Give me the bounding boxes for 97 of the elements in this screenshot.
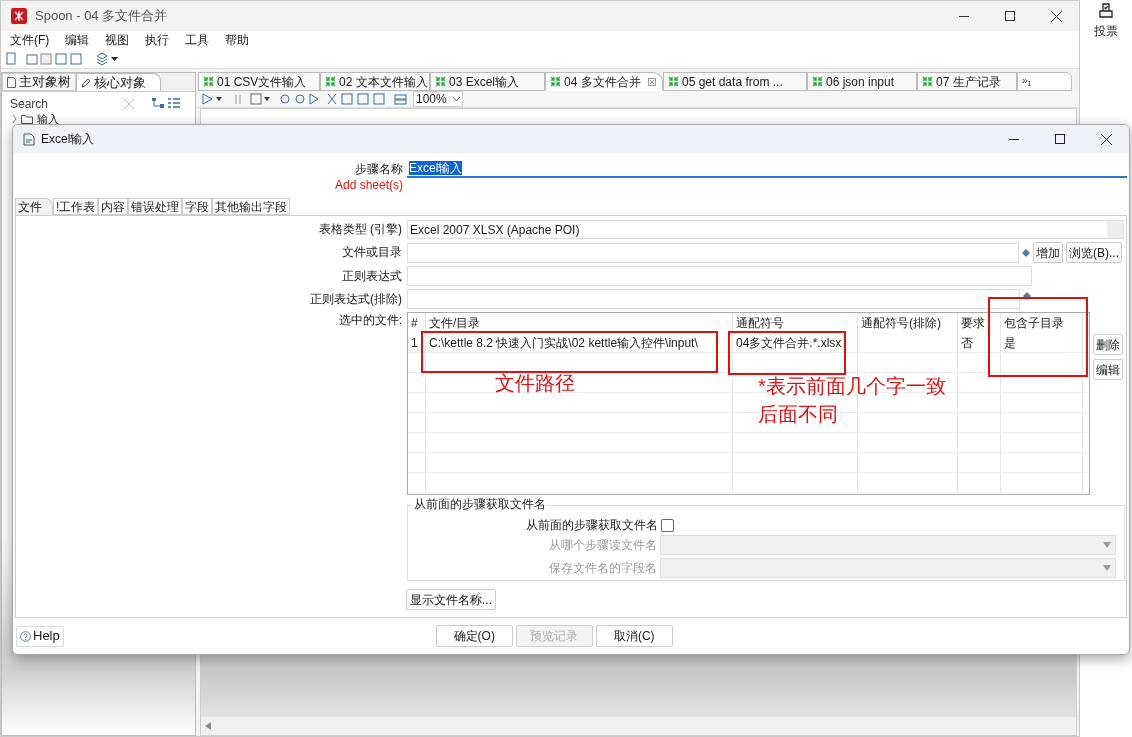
document-tab[interactable]: 01 CSV文件输入 — [198, 72, 320, 91]
column-header[interactable]: 通配符号 — [733, 313, 858, 333]
field-label: 文件或目录 — [341, 244, 402, 261]
scroll-left-icon[interactable] — [205, 722, 211, 730]
transformation-icon — [435, 76, 446, 87]
menu-item[interactable]: 工具 — [185, 31, 210, 49]
annotation-text: 文件路径 — [495, 371, 575, 396]
annotation-text: 后面不同 — [758, 402, 838, 427]
field-label: 表格类型 (引擎) — [317, 221, 402, 238]
dialog-tab[interactable]: 错误处理 — [128, 198, 183, 215]
zoom-dropdown[interactable]: 100% — [413, 91, 463, 107]
spreadsheet-type-dropdown[interactable]: Excel 2007 XLSX (Apache POI) — [407, 220, 1124, 239]
selected-text: Excel输入 — [409, 161, 463, 175]
caret-icon — [1103, 542, 1111, 548]
close-icon — [1100, 133, 1112, 145]
toolbar-icons-drawing[interactable] — [5, 51, 120, 66]
document-tab[interactable]: 02 文本文件输入 — [320, 72, 430, 91]
column-header[interactable]: 通配符号(排除) — [858, 313, 958, 333]
transformation-icon — [922, 76, 933, 87]
dialog-tab[interactable]: 字段 — [182, 198, 213, 215]
column-header[interactable]: 文件/目录 — [426, 313, 733, 333]
transformation-icon — [550, 76, 561, 87]
column-header[interactable]: # — [408, 313, 426, 333]
checkbox-label: 从前面的步骤获取文件名 — [526, 517, 658, 534]
menu-item[interactable]: 执行 — [145, 31, 170, 49]
variable-icon — [1023, 292, 1031, 300]
document-tab[interactable]: 05 get data from ... — [663, 72, 807, 91]
menu-item[interactable]: 文件(F) — [10, 31, 50, 49]
menu-item[interactable]: 编辑 — [65, 31, 90, 49]
dialog-tab[interactable]: 其他输出字段 — [212, 198, 291, 215]
field-label: 正则表达式(排除) — [309, 291, 402, 308]
dialog-title: Excel输入 — [41, 131, 95, 148]
close-icon — [1050, 10, 1062, 22]
add-sheets-link[interactable]: Add sheet(s) — [13, 178, 403, 193]
document-tab[interactable]: 06 json input — [807, 72, 917, 91]
transformation-icon — [325, 76, 336, 87]
transformation-icon — [203, 76, 214, 87]
panel-tab[interactable]: 核心对象 — [76, 73, 161, 91]
annotation-text: *表示前面几个字一致 — [758, 374, 946, 399]
group-title: 从前面的步骤获取文件名 — [413, 497, 547, 511]
variable-icon — [1022, 248, 1030, 257]
field-label: 正则表达式 — [341, 268, 402, 285]
document-tab[interactable]: 04 多文件合并 — [545, 72, 663, 91]
horizontal-scrollbar[interactable] — [201, 717, 1076, 735]
edit-button[interactable]: 编辑 — [1093, 359, 1123, 380]
menu-item[interactable]: 视图 — [105, 31, 130, 49]
browse-button[interactable]: 浏览(B)... — [1066, 242, 1122, 263]
clear-icon[interactable] — [124, 98, 134, 109]
list-icon[interactable] — [168, 98, 180, 109]
minimize-icon — [1009, 138, 1019, 140]
hierarchy-icon[interactable] — [152, 98, 164, 109]
folder-icon — [21, 114, 33, 124]
app-logo-icon — [11, 8, 27, 24]
table-cell: 是 — [1001, 333, 1083, 352]
file-or-directory-field[interactable] — [407, 242, 1019, 263]
checkbox[interactable] — [661, 518, 674, 532]
delete-button[interactable]: 删除 — [1093, 334, 1123, 355]
show-filenames-button[interactable]: 显示文件名称... — [406, 589, 496, 610]
side-app-label[interactable]: 投票 — [1094, 22, 1118, 40]
run-toolbar-icons-drawing[interactable] — [202, 92, 407, 106]
field-label: 保存文件名的字段名 — [548, 560, 657, 577]
step-icon — [23, 132, 35, 146]
document-tab[interactable]: 07 生产记录 — [917, 72, 1017, 91]
transformation-icon — [812, 76, 823, 87]
more-tabs-label[interactable]: »$_{1}$ — [1017, 72, 1072, 91]
column-header[interactable]: 要求 — [958, 313, 1001, 333]
dialog-tab[interactable]: 文件 — [15, 198, 53, 215]
document-icon — [7, 76, 16, 88]
ballot-icon[interactable] — [1098, 2, 1114, 18]
dialog-button[interactable]: 取消(C) — [595, 625, 673, 648]
field-label: 步骤名称 — [354, 161, 403, 178]
step-name-field[interactable]: Excel输入 — [407, 160, 1127, 178]
transformation-icon — [668, 76, 679, 87]
menu-item[interactable]: 帮助 — [225, 31, 250, 49]
minimize-icon — [959, 15, 969, 17]
dialog-tab[interactable]: !工作表 — [53, 198, 99, 215]
pencil-icon — [81, 77, 91, 88]
dialog-button[interactable]: 确定(O) — [435, 625, 513, 648]
regex-field[interactable] — [407, 266, 1032, 286]
help-icon — [20, 630, 31, 642]
field-label: 选中的文件: — [337, 312, 402, 329]
maximize-icon — [1005, 11, 1015, 21]
dialog-tab[interactable]: 内容 — [98, 198, 129, 215]
panel-tab[interactable]: 主对象树 — [2, 73, 76, 91]
column-header[interactable]: 包含子目录 — [1001, 313, 1083, 333]
caret-icon — [453, 96, 460, 102]
maximize-icon — [1055, 134, 1065, 144]
help-button[interactable]: Help — [16, 625, 64, 647]
table-cell: 否 — [958, 333, 1001, 352]
regex-exclude-field[interactable] — [407, 289, 1020, 309]
document-tab[interactable]: 03 Excel输入 — [430, 72, 545, 91]
caret-icon — [1103, 565, 1111, 571]
window-title: Spoon - 04 多文件合并 — [35, 7, 168, 26]
close-icon[interactable] — [647, 77, 656, 86]
field-label: 从哪个步骤读文件名 — [548, 537, 657, 554]
add-button[interactable]: 增加 — [1033, 242, 1063, 263]
tree-item[interactable]: 输入 — [37, 113, 59, 125]
